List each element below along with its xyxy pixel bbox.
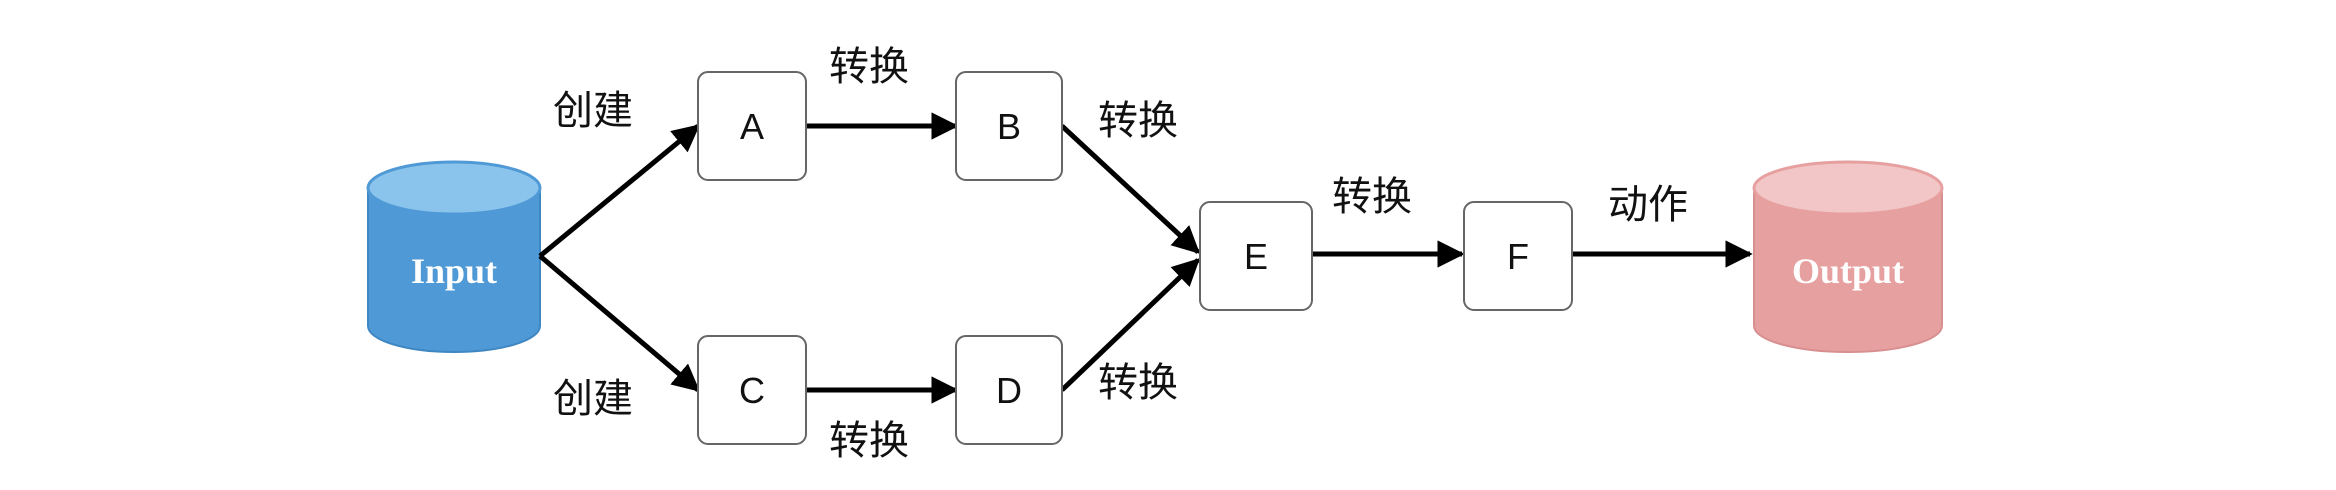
node-a: A xyxy=(697,71,807,181)
node-b-label: B xyxy=(997,106,1021,147)
output-label: Output xyxy=(1792,251,1904,291)
node-d: D xyxy=(955,335,1063,445)
node-b: B xyxy=(955,71,1063,181)
input-label: Input xyxy=(411,251,497,291)
output-database: Output xyxy=(1752,160,1944,353)
edge-label-c-d: 转换 xyxy=(829,418,909,464)
input-database: Input xyxy=(366,160,542,353)
node-d-label: D xyxy=(996,370,1022,411)
edge-label-e-f: 转换 xyxy=(1332,174,1412,220)
edge-label-b-e: 转换 xyxy=(1098,98,1178,144)
flow-diagram: Input Output A B C D E F 创建 创建 转换 转换 转换 … xyxy=(366,44,1944,464)
edge-label-input-c: 创建 xyxy=(553,376,633,422)
node-a-label: A xyxy=(740,106,764,147)
node-e: E xyxy=(1199,201,1313,311)
node-e-label: E xyxy=(1244,236,1268,277)
edge-label-d-e: 转换 xyxy=(1098,360,1178,406)
edge-label-f-output: 动作 xyxy=(1608,182,1688,228)
node-c: C xyxy=(697,335,807,445)
edge-label-a-b: 转换 xyxy=(829,44,909,90)
node-f: F xyxy=(1463,201,1573,311)
edge-label-input-a: 创建 xyxy=(553,88,633,134)
node-f-label: F xyxy=(1507,236,1529,277)
output-cylinder-top xyxy=(1752,160,1944,216)
edge-input-c xyxy=(538,254,701,392)
node-c-label: C xyxy=(739,370,765,411)
edge-input-a xyxy=(538,124,701,258)
input-cylinder-top xyxy=(366,160,542,216)
edge-b-e xyxy=(1060,124,1201,254)
